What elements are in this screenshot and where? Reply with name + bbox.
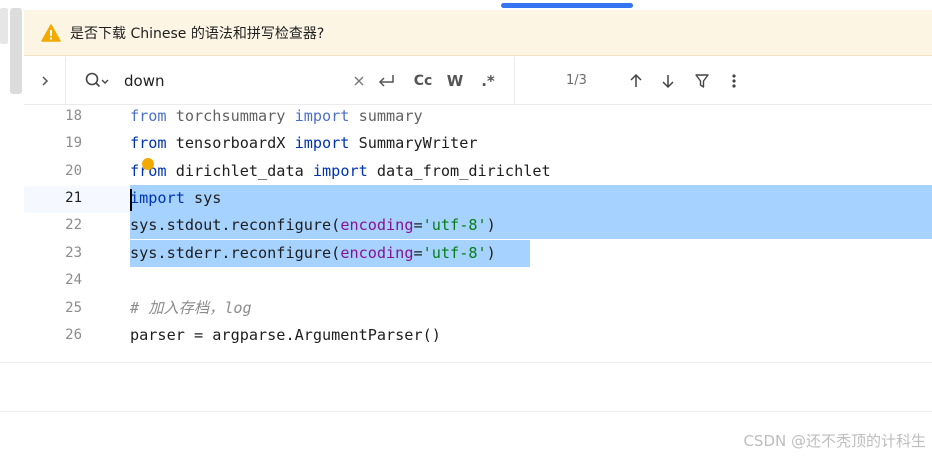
code-line[interactable]: 22 sys.stdout.reconfigure(encoding='utf-… <box>24 212 932 239</box>
previous-occurrence-icon[interactable] <box>624 69 648 93</box>
watermark: CSDN @还不秃顶的计科生 <box>743 432 926 450</box>
find-toolbar: Cc W .* 1/3 <box>24 57 932 105</box>
line-number: 25 <box>65 300 82 316</box>
code-text: sys.stdout.reconfigure(encoding='utf-8') <box>130 216 496 234</box>
clear-search-icon[interactable] <box>350 69 368 93</box>
toolbar-separator <box>514 57 515 105</box>
regex-button[interactable]: .* <box>476 69 500 93</box>
line-number: 24 <box>65 272 82 288</box>
top-accent-bar <box>501 3 633 8</box>
line-number: 19 <box>65 135 82 151</box>
code-line[interactable]: 18 from torchsummary import summary <box>24 106 932 130</box>
code-line[interactable]: 25 # 加入存档，log <box>24 295 932 322</box>
match-case-button[interactable]: Cc <box>410 69 436 93</box>
match-count: 1/3 <box>566 73 587 88</box>
bottom-divider <box>0 411 932 412</box>
next-occurrence-icon[interactable] <box>656 69 680 93</box>
code-comment: # 加入存档，log <box>130 299 252 317</box>
code-line[interactable]: 24 <box>24 267 932 294</box>
code-editor[interactable]: 18 from torchsummary import summary 19 f… <box>24 106 932 362</box>
line-number: 21 <box>65 190 82 206</box>
line-number: 20 <box>65 163 82 179</box>
left-gutter <box>0 0 24 362</box>
line-number: 23 <box>65 245 82 261</box>
text-caret <box>130 189 132 211</box>
code-text: parser = argparse.ArgumentParser() <box>130 326 441 344</box>
left-scroll-thumb-top[interactable] <box>0 8 8 44</box>
line-number: 26 <box>65 327 82 343</box>
warning-icon <box>40 22 62 44</box>
code-text: sys.stderr.reconfigure(encoding='utf-8') <box>130 244 496 262</box>
code-text: from tensorboardX import SummaryWriter <box>130 134 478 152</box>
line-number: 18 <box>65 108 82 124</box>
notice-text[interactable]: 是否下载 Chinese 的语法和拼写检查器? <box>70 23 324 43</box>
search-input[interactable] <box>124 70 344 92</box>
expand-replace-button[interactable] <box>24 57 66 105</box>
code-line[interactable]: 20 from dirichlet_data import data_from_… <box>24 158 932 185</box>
chevron-right-icon <box>40 72 50 91</box>
line-number: 22 <box>65 217 82 233</box>
left-scroll-thumb[interactable] <box>10 8 22 94</box>
code-text: from torchsummary import summary <box>130 107 423 125</box>
code-line[interactable]: 21 import sys <box>24 185 932 212</box>
code-line[interactable]: 26 parser = argparse.ArgumentParser() <box>24 322 932 349</box>
code-line[interactable]: 23 sys.stderr.reconfigure(encoding='utf-… <box>24 240 932 267</box>
filter-icon[interactable] <box>690 69 714 93</box>
code-line[interactable]: 19 from tensorboardX import SummaryWrite… <box>24 130 932 157</box>
spellcheck-notice-banner: 是否下载 Chinese 的语法和拼写检查器? <box>24 10 932 56</box>
more-options-icon[interactable] <box>722 69 746 93</box>
new-line-icon[interactable] <box>374 69 398 93</box>
search-history-icon[interactable] <box>84 71 110 91</box>
intention-bulb-icon[interactable] <box>142 158 154 170</box>
code-text: import sys <box>130 189 222 207</box>
whole-words-button[interactable]: W <box>444 69 466 93</box>
code-text: from dirichlet_data import data_from_dir… <box>130 162 551 180</box>
